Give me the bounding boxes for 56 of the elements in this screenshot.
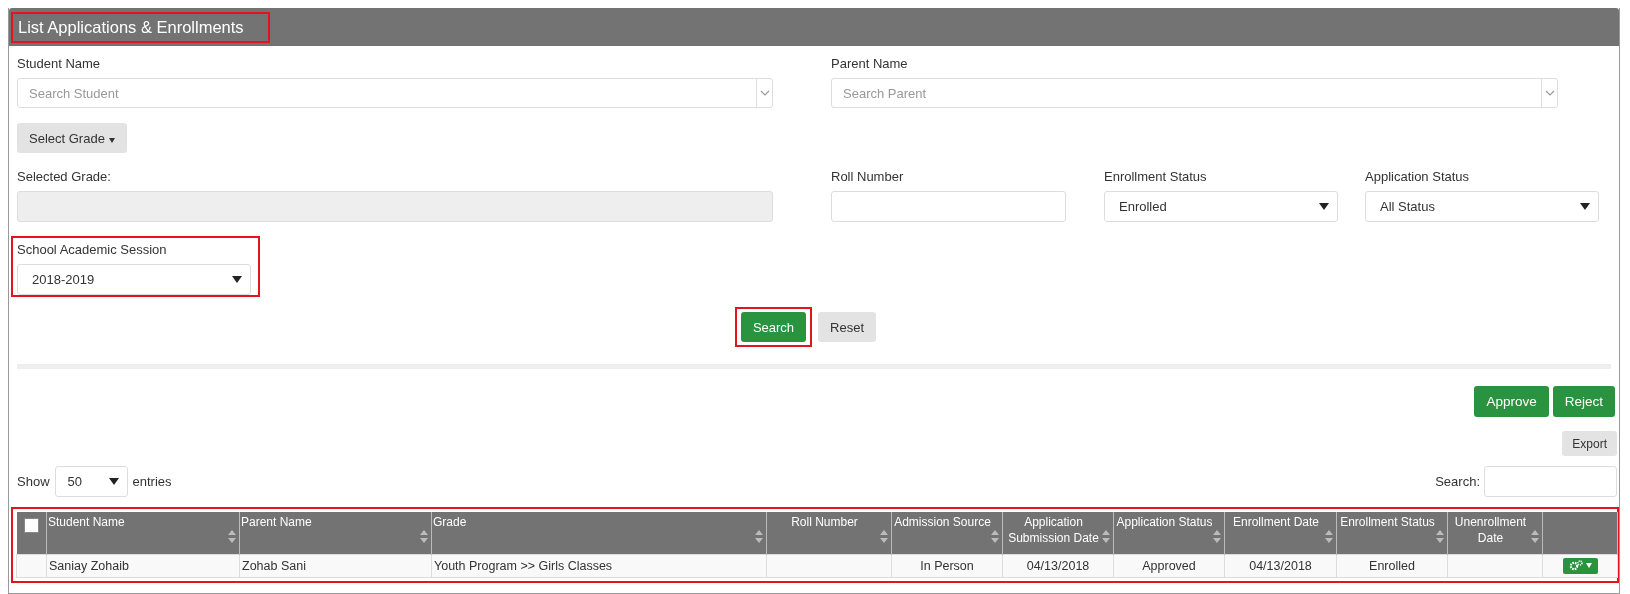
table-cell: Youth Program >> Girls Classes xyxy=(434,559,613,573)
sort-icon xyxy=(1213,530,1221,543)
reject-button[interactable]: Reject xyxy=(1552,386,1615,417)
entries-label: entries xyxy=(132,474,172,489)
session-select[interactable]: 2018-2019 xyxy=(17,264,251,295)
table-cell: Zohab Sani xyxy=(242,559,306,573)
sort-icon xyxy=(991,530,999,543)
export-button[interactable]: Export xyxy=(1562,431,1617,456)
placeholder-text: Search Parent xyxy=(842,85,927,101)
sort-icon xyxy=(1325,530,1333,543)
search-select[interactable]: Search Student xyxy=(17,78,773,108)
sort-icon xyxy=(1102,530,1110,543)
field-label: Selected Grade: xyxy=(17,169,111,184)
search-select[interactable]: Search Parent xyxy=(831,78,1558,108)
roll-number-field[interactable] xyxy=(831,191,1066,222)
field-label: Enrollment Status xyxy=(1104,169,1207,184)
caret-icon xyxy=(1580,203,1590,210)
field-label: Application Status xyxy=(1365,169,1470,184)
panel-title: List Applications & Enrollments xyxy=(11,11,270,43)
select-all-checkbox[interactable] xyxy=(23,518,39,533)
table-search-field[interactable] xyxy=(1484,466,1617,497)
sort-icon xyxy=(880,530,888,543)
sort-icon xyxy=(228,530,236,543)
caret-icon xyxy=(1585,563,1592,568)
table-cell: In Person xyxy=(920,559,974,573)
entries-select[interactable]: 50 xyxy=(54,466,128,497)
search-button[interactable]: Search xyxy=(740,312,807,342)
status-select[interactable]: All Status xyxy=(1365,191,1599,222)
table-cell: Enrolled xyxy=(1369,559,1415,573)
select-grade-button[interactable]: Select Grade xyxy=(17,123,127,153)
sort-icon xyxy=(755,530,763,543)
sort-icon xyxy=(1531,530,1539,543)
show-label: Show xyxy=(17,474,50,489)
gear-icon xyxy=(1568,559,1583,572)
caret-icon xyxy=(232,276,242,283)
caret-icon xyxy=(108,137,115,143)
caret-icon xyxy=(1319,203,1329,210)
actions-button[interactable] xyxy=(1562,557,1598,574)
field-label: Parent Name xyxy=(831,56,908,71)
chevron-down-icon xyxy=(1544,90,1555,96)
chevron-down-icon xyxy=(759,90,770,96)
placeholder-text: Search Student xyxy=(28,85,119,101)
approve-button[interactable]: Approve xyxy=(1474,386,1549,417)
field-label: Student Name xyxy=(17,56,101,71)
search-label: Search: xyxy=(1435,474,1480,489)
status-select[interactable]: Enrolled xyxy=(1104,191,1338,222)
sort-icon xyxy=(420,530,428,543)
field-label: School Academic Session xyxy=(17,242,167,257)
reset-button[interactable]: Reset xyxy=(818,312,877,342)
field-label: Roll Number xyxy=(831,169,904,184)
caret-icon xyxy=(108,478,119,485)
table-cell: Saniay Zohaib xyxy=(49,559,129,573)
table-cell: 04/13/2018 xyxy=(1249,559,1312,573)
table-cell: Approved xyxy=(1142,559,1196,573)
table-cell: 04/13/2018 xyxy=(1026,559,1090,573)
sort-icon xyxy=(1436,530,1444,543)
